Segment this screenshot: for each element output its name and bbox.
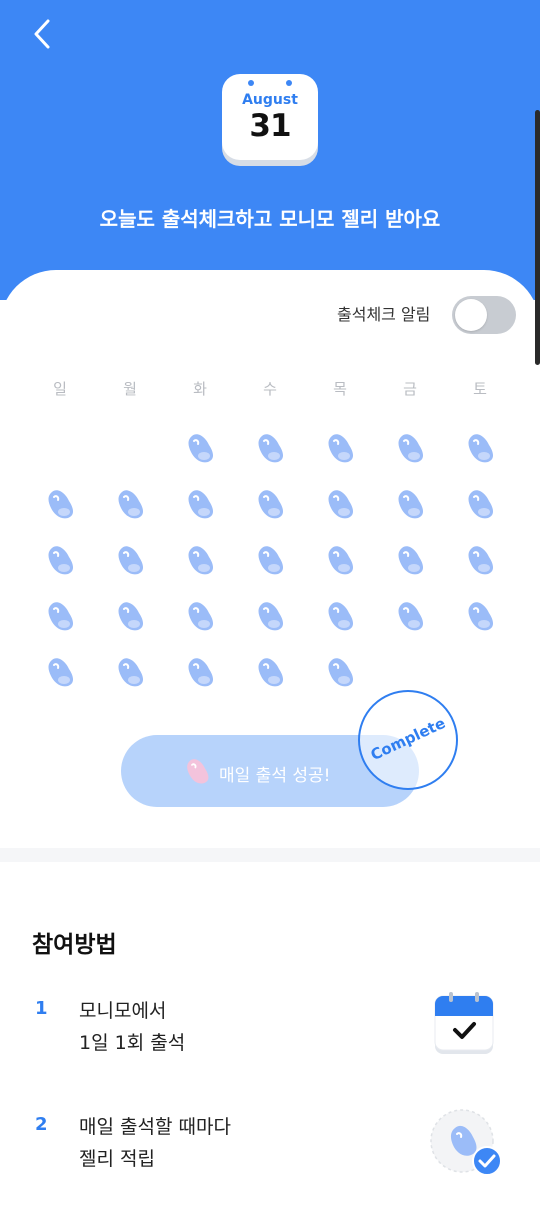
- alarm-label: 출석체크 알림: [337, 305, 431, 324]
- jelly-icon: [46, 600, 76, 632]
- jelly-icon: [466, 544, 496, 576]
- jelly-icon: [186, 488, 216, 520]
- jelly-icon: [116, 544, 146, 576]
- weekday-label: 토: [473, 380, 487, 398]
- jelly-icon: [396, 544, 426, 576]
- jelly-icon: [326, 656, 356, 688]
- chevron-left-icon: [34, 19, 50, 49]
- step-number: 2: [35, 1114, 48, 1135]
- jelly-icon: [186, 656, 216, 688]
- jelly-icon: [466, 432, 496, 464]
- weekday-label: 목: [333, 380, 347, 398]
- jelly-icon: [466, 488, 496, 520]
- scrollbar[interactable]: [535, 110, 540, 365]
- jelly-icon: [396, 600, 426, 632]
- jelly-icon: [186, 432, 216, 464]
- weekday-label: 월: [123, 380, 137, 398]
- toggle-knob: [455, 299, 487, 331]
- weekday-label: 일: [53, 380, 67, 398]
- how-to-title: 참여방법: [32, 932, 117, 958]
- jelly-icon: [256, 432, 286, 464]
- step-number: 1: [35, 998, 48, 1019]
- step-text-line: 1일 1회 출석: [79, 1032, 186, 1054]
- jelly-icon: [326, 544, 356, 576]
- jelly-icon: [326, 432, 356, 464]
- weekday-label: 수: [263, 380, 277, 398]
- step-text-line: 매일 출석할 때마다: [79, 1116, 231, 1138]
- jelly-icon: [256, 656, 286, 688]
- jelly-icon: [256, 544, 286, 576]
- jelly-icon: [116, 488, 146, 520]
- jelly-icon: [396, 432, 426, 464]
- step-text-line: 젤리 적립: [79, 1148, 155, 1170]
- calendar-ring-dot: [248, 80, 254, 86]
- jelly-icon: [46, 656, 76, 688]
- step-text-line: 모니모에서: [79, 1000, 167, 1022]
- jelly-icon: [186, 544, 216, 576]
- calendar-date-badge: August 31: [222, 74, 318, 166]
- attendance-success-label: 매일 출석 성공!: [219, 766, 331, 786]
- weekday-label: 금: [403, 380, 417, 398]
- jelly-icon: [187, 759, 209, 784]
- back-button[interactable]: [24, 14, 60, 54]
- jelly-icon: [466, 600, 496, 632]
- jelly-icon: [326, 488, 356, 520]
- calendar-check-icon: [434, 992, 494, 1054]
- complete-stamp: Complete: [358, 690, 458, 790]
- jelly-icon: [396, 488, 426, 520]
- calendar-day: 31: [249, 108, 291, 144]
- section-divider: [0, 848, 540, 862]
- jelly-check-icon: [430, 1109, 502, 1176]
- jelly-icon: [116, 600, 146, 632]
- calendar-month: August: [242, 92, 298, 108]
- complete-stamp-text: Complete: [367, 713, 449, 765]
- calendar-ring-dot: [286, 80, 292, 86]
- alarm-toggle[interactable]: [452, 296, 516, 334]
- jelly-icon: [116, 656, 146, 688]
- header-message: 오늘도 출석체크하고 모니모 젤리 받아요: [99, 207, 441, 231]
- weekday-label: 화: [193, 380, 207, 398]
- jelly-icon: [46, 488, 76, 520]
- jelly-icon: [256, 600, 286, 632]
- jelly-icon: [256, 488, 286, 520]
- jelly-icon: [326, 600, 356, 632]
- jelly-icon: [46, 544, 76, 576]
- jelly-icon: [186, 600, 216, 632]
